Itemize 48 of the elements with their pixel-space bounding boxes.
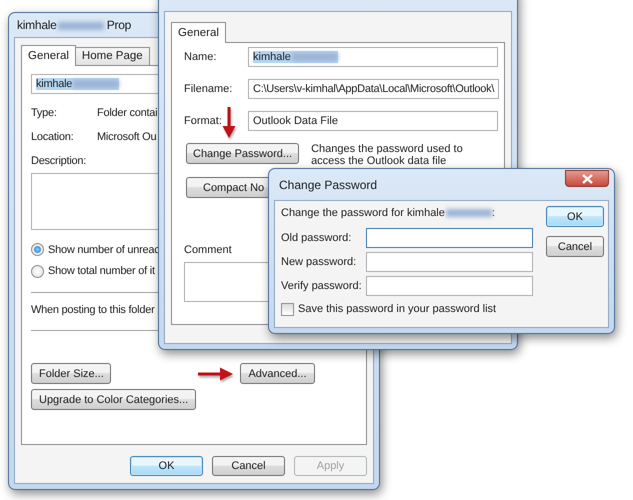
window-title: kimhale Prop bbox=[17, 17, 132, 34]
dialog-button[interactable]: Upgrade to Color Categories... bbox=[31, 389, 196, 410]
tab[interactable]: General bbox=[21, 45, 76, 66]
field-label: Verify password: bbox=[281, 280, 362, 292]
field-label: Type: bbox=[31, 106, 57, 119]
text-field[interactable]: kimhale bbox=[248, 47, 498, 67]
text-field[interactable]: C:\Users\v-kimhal\AppData\Local\Microsoft\Outlook\ bbox=[248, 79, 500, 99]
field-label: Filename: bbox=[184, 82, 232, 95]
close-icon bbox=[582, 174, 592, 184]
radio-button[interactable] bbox=[31, 264, 44, 278]
dialog-button[interactable]: Compact No bbox=[186, 177, 269, 198]
posting-label: When posting to this folder bbox=[31, 302, 154, 318]
selected-text: kimhale bbox=[36, 78, 120, 90]
field-label: Location: bbox=[31, 130, 74, 143]
field-label: Comment bbox=[184, 243, 232, 258]
radio-button[interactable] bbox=[31, 243, 44, 256]
field-label: New password: bbox=[281, 256, 356, 268]
close-button[interactable] bbox=[565, 170, 609, 187]
field-value: Microsoft Ou bbox=[97, 130, 156, 145]
tab[interactable]: General bbox=[171, 22, 226, 43]
field-value: Folder contai bbox=[97, 106, 158, 121]
field-label: Name: bbox=[184, 50, 216, 63]
dialog-button[interactable]: OK bbox=[546, 206, 604, 227]
dialog-button[interactable]: Advanced... bbox=[240, 363, 315, 384]
dialog-button[interactable]: Folder Size... bbox=[31, 363, 111, 384]
prompt-text: Change the password for kimhale : bbox=[281, 206, 495, 221]
field-label: Description: bbox=[31, 154, 86, 169]
selected-text: kimhale bbox=[253, 51, 338, 63]
field-label: Old password: bbox=[281, 232, 352, 244]
dialog-button[interactable]: OK bbox=[130, 456, 203, 476]
comment-field[interactable] bbox=[184, 262, 268, 302]
field-text: Outlook Data File bbox=[253, 115, 338, 127]
dialog-button[interactable]: Change Password... bbox=[186, 143, 300, 164]
password-field[interactable] bbox=[366, 228, 533, 248]
field-text: C:\Users\v-kimhal\AppData\Local\Microsoft\Outlook\ bbox=[253, 83, 494, 95]
dialog-button[interactable]: Cancel bbox=[546, 236, 604, 257]
window-title: Change Password bbox=[279, 176, 378, 194]
password-field[interactable] bbox=[366, 276, 533, 296]
text-field[interactable]: Outlook Data File bbox=[248, 111, 498, 131]
radio-label: Show total number of it bbox=[48, 264, 155, 279]
password-field[interactable] bbox=[366, 252, 533, 272]
field-label: Format: bbox=[184, 114, 222, 127]
dialog-button[interactable]: Cancel bbox=[212, 456, 285, 476]
tab[interactable]: Home Page bbox=[74, 47, 150, 65]
checkbox-label: Save this password in your password list bbox=[298, 302, 496, 317]
radio-label: Show number of unreac bbox=[48, 242, 160, 258]
note-text: Changes the password used to access the Outlook data file bbox=[311, 143, 464, 167]
checkbox[interactable] bbox=[281, 302, 294, 316]
